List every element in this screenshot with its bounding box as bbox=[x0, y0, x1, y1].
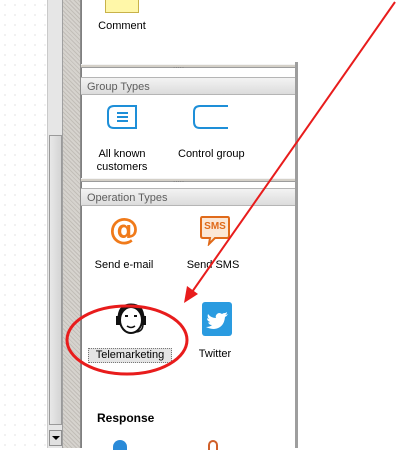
control-group-icon bbox=[193, 105, 228, 129]
customer-group-icon bbox=[107, 105, 137, 129]
response-item-icon-2[interactable] bbox=[208, 440, 218, 450]
section-header-response[interactable]: Response bbox=[97, 411, 154, 425]
diagram-canvas[interactable] bbox=[0, 0, 47, 448]
palette-item-comment[interactable]: Comment bbox=[92, 0, 152, 40]
comment-label: Comment bbox=[98, 20, 146, 32]
headset-operator-icon bbox=[116, 303, 146, 334]
control-group-label: Control group bbox=[178, 148, 245, 160]
section-resize-grip[interactable]: ..... bbox=[81, 62, 295, 70]
comment-icon bbox=[105, 0, 139, 13]
palette-right-border bbox=[295, 62, 298, 448]
section-resize-grip-2[interactable]: ..... bbox=[81, 176, 295, 184]
palette-item-twitter[interactable]: Twitter bbox=[190, 302, 240, 362]
response-item-icon[interactable] bbox=[113, 440, 127, 450]
section-header-operation-types[interactable]: Operation Types bbox=[81, 188, 295, 206]
at-sign-icon: @ bbox=[109, 212, 139, 247]
sms-icon: SMS bbox=[199, 214, 231, 247]
telemarketing-label: Telemarketing bbox=[88, 348, 172, 363]
palette-item-telemarketing[interactable]: Telemarketing bbox=[84, 302, 176, 363]
section-header-group-types[interactable]: Group Types bbox=[81, 77, 295, 95]
palette-item-send-email[interactable]: @ Send e-mail bbox=[92, 214, 156, 274]
scrollbar-thumb[interactable] bbox=[49, 135, 62, 425]
send-sms-label: Send SMS bbox=[186, 259, 240, 271]
palette-item-control-group[interactable]: Control group bbox=[178, 104, 245, 164]
sms-badge-text: SMS bbox=[204, 221, 226, 232]
palette-item-all-known-customers[interactable]: All known customers bbox=[92, 104, 152, 176]
twitter-label: Twitter bbox=[198, 348, 232, 360]
scroll-down-arrow[interactable] bbox=[49, 430, 62, 446]
palette-item-send-sms[interactable]: SMS Send SMS bbox=[180, 214, 246, 274]
send-email-label: Send e-mail bbox=[94, 259, 154, 271]
panel-splitter[interactable] bbox=[63, 0, 81, 448]
all-known-customers-label: All known customers bbox=[96, 148, 148, 173]
vertical-scrollbar[interactable] bbox=[47, 0, 63, 448]
twitter-icon bbox=[202, 302, 232, 336]
